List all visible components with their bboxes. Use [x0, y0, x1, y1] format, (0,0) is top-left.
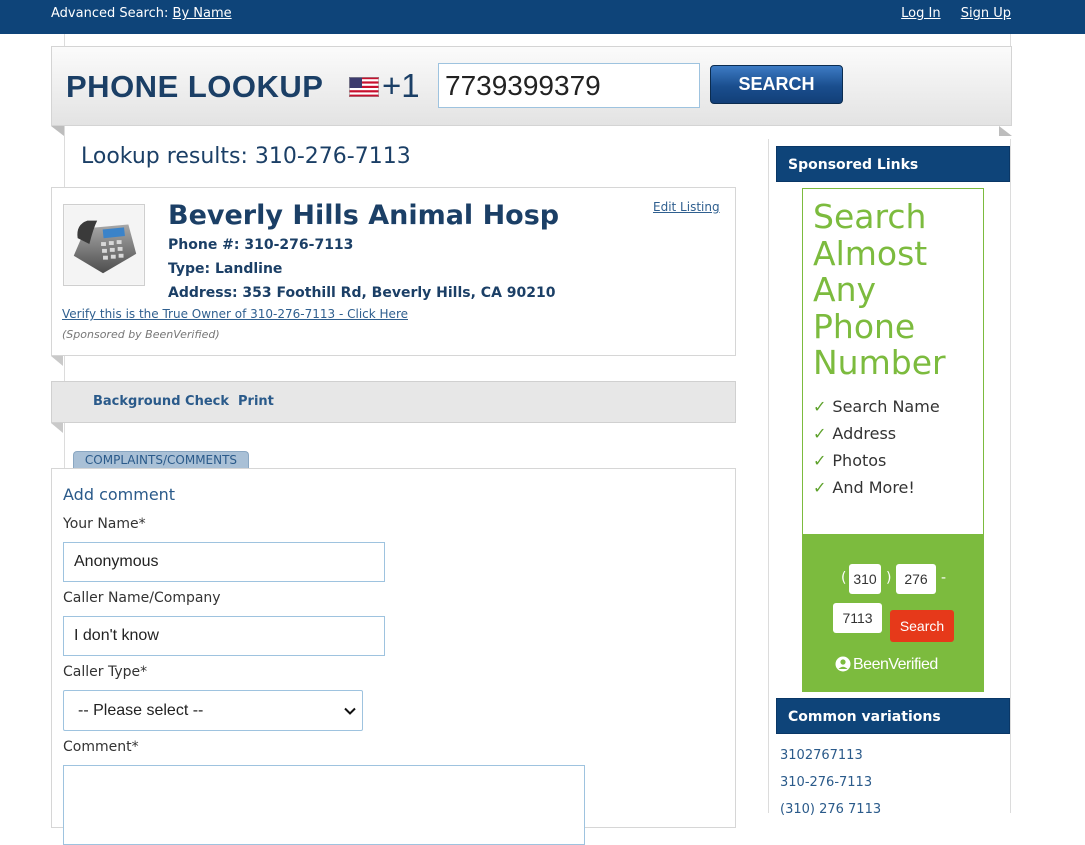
listing-corner	[51, 356, 63, 366]
phone-lookup-header: PHONE LOOKUP +1 SEARCH	[51, 46, 1012, 126]
ad-area-code-input[interactable]: 310	[849, 564, 881, 594]
tab-complaints-comments[interactable]: COMPLAINTS/COMMENTS	[73, 451, 249, 469]
search-button[interactable]: SEARCH	[710, 65, 843, 104]
by-name-link[interactable]: By Name	[173, 6, 232, 21]
frame-line	[1010, 139, 1011, 813]
actions-corner	[51, 423, 63, 433]
common-variations-header: Common variations	[776, 698, 1010, 734]
variation-link[interactable]: 3102767113	[780, 748, 863, 763]
listing-phone: Phone #: 310-276-7113	[168, 237, 354, 253]
background-check-link[interactable]: Background Check	[93, 394, 229, 409]
ad-feature-label: Search Name	[832, 397, 940, 416]
actions-bar: Background Check Print	[51, 381, 736, 423]
sponsored-by-note: (Sponsored by BeenVerified)	[62, 328, 220, 341]
country-code: +1	[382, 67, 420, 104]
ad-search-panel: ( 310 ) 276 - 7113 Search BeenVerified	[803, 534, 983, 691]
ad-feature: ✓ Photos	[813, 451, 886, 470]
signup-link[interactable]: Sign Up	[961, 6, 1011, 21]
checkmark-icon: ✓	[813, 451, 827, 470]
checkmark-icon: ✓	[813, 397, 827, 416]
results-title: Lookup results: 310-276-7113	[81, 144, 411, 169]
ad-feature-label: Address	[832, 424, 897, 443]
beenverified-logo-text: BeenVerified	[853, 656, 938, 673]
us-flag-icon	[349, 77, 379, 97]
comment-form: Add comment Your Name* Caller Name/Compa…	[51, 468, 736, 845]
header-corner-right	[999, 126, 1012, 136]
header-corner-left	[51, 126, 64, 136]
listing-address: Address: 353 Foothill Rd, Beverly Hills,…	[168, 285, 556, 301]
caller-name-label: Caller Name/Company	[63, 590, 221, 606]
phone-number-input[interactable]	[438, 63, 700, 108]
ad-headline: Search Almost Any Phone Number	[813, 197, 946, 382]
top-nav-bar: Advanced Search: By Name Log In Sign Up	[0, 0, 1085, 34]
caller-type-label: Caller Type*	[63, 664, 148, 680]
caller-name-input[interactable]	[63, 616, 385, 656]
ad-prefix-input[interactable]: 276	[896, 564, 936, 594]
chevron-down-icon	[344, 707, 356, 715]
beenverified-ad[interactable]: Search Almost Any Phone Number ✓ Search N…	[802, 188, 984, 692]
account-links: Log In Sign Up	[885, 6, 1011, 21]
advanced-search: Advanced Search: By Name	[51, 6, 232, 21]
comment-textarea[interactable]	[63, 765, 585, 845]
comment-label: Comment*	[63, 739, 139, 755]
ad-feature: ✓ Address	[813, 424, 896, 443]
ad-feature-label: And More!	[832, 478, 915, 497]
variation-link[interactable]: 310-276-7113	[780, 775, 872, 790]
sponsored-links-header: Sponsored Links	[776, 146, 1010, 182]
frame-line	[64, 126, 65, 188]
ad-open-paren: (	[841, 570, 847, 586]
login-link[interactable]: Log In	[901, 6, 940, 21]
checkmark-icon: ✓	[813, 424, 827, 443]
ad-feature-label: Photos	[832, 451, 887, 470]
frame-line	[64, 423, 65, 469]
print-link[interactable]: Print	[238, 394, 274, 409]
checkmark-icon: ✓	[813, 478, 827, 497]
beenverified-logo: BeenVerified	[835, 656, 938, 674]
your-name-label: Your Name*	[63, 516, 146, 532]
ad-line-input[interactable]: 7113	[833, 603, 882, 633]
your-name-input[interactable]	[63, 542, 385, 582]
ad-feature: ✓ And More!	[813, 478, 915, 497]
add-comment-heading: Add comment	[63, 485, 176, 504]
caller-type-select[interactable]: -- Please select --	[63, 690, 363, 731]
desk-phone-icon	[63, 204, 145, 286]
caller-type-value: -- Please select --	[78, 701, 204, 719]
variation-link[interactable]: (310) 276 7113	[780, 802, 881, 817]
advanced-search-label: Advanced Search:	[51, 6, 169, 21]
lookup-title: PHONE LOOKUP	[66, 69, 324, 104]
ad-search-button[interactable]: Search	[890, 610, 954, 642]
edit-listing-link[interactable]: Edit Listing	[653, 200, 720, 214]
listing-type: Type: Landline	[168, 261, 283, 277]
verified-person-icon	[835, 656, 851, 672]
frame-line	[64, 356, 65, 382]
listing-card: Beverly Hills Animal Hosp Phone #: 310-2…	[51, 187, 736, 356]
frame-line	[768, 139, 769, 813]
ad-close-paren: )	[886, 570, 892, 586]
ad-feature: ✓ Search Name	[813, 397, 940, 416]
verify-owner-link[interactable]: Verify this is the True Owner of 310-276…	[62, 307, 408, 321]
business-name: Beverly Hills Animal Hosp	[168, 200, 560, 231]
ad-dash: -	[941, 570, 947, 586]
